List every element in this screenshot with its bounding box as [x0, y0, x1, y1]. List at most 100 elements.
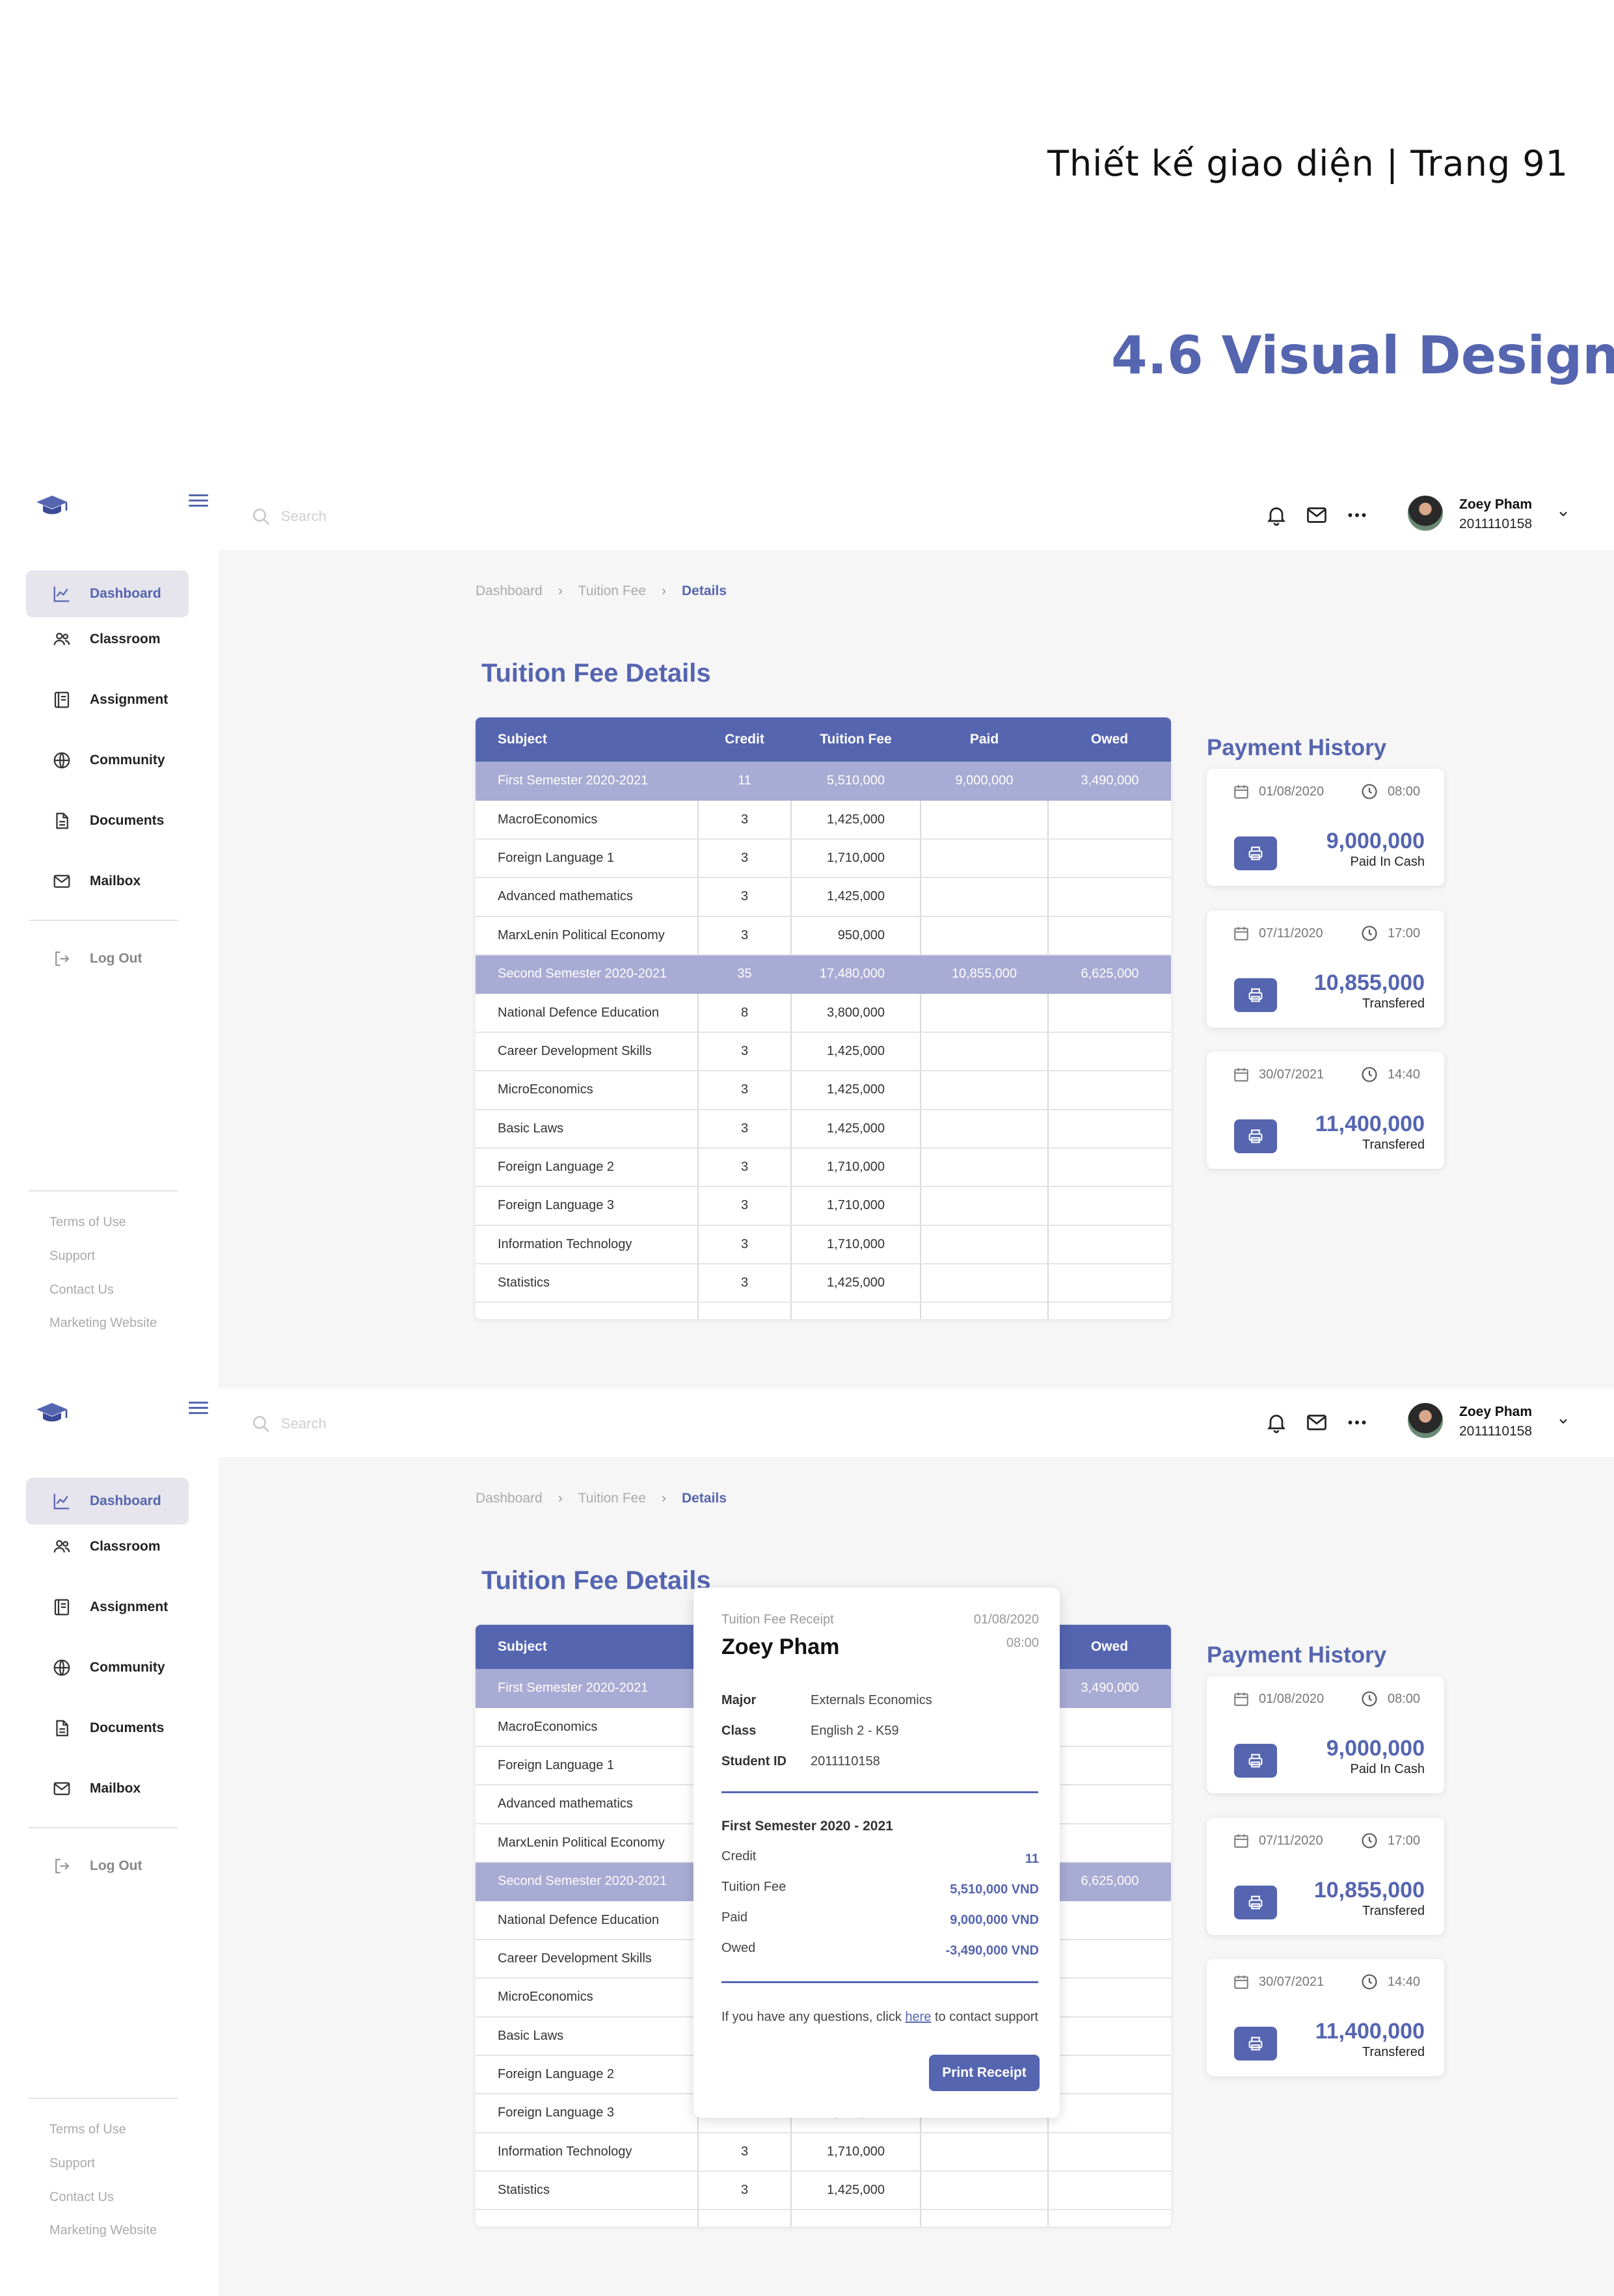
sidebar-item-mailbox[interactable]: Mailbox [26, 1765, 189, 1812]
sidebar-item-mailbox[interactable]: Mailbox [26, 858, 189, 905]
column-header[interactable]: Tuition Fee [791, 717, 921, 762]
note-text: to contact support [931, 2010, 1038, 2024]
sidebar-item-classroom[interactable]: Classroom [26, 616, 189, 663]
mail-icon[interactable] [1305, 1411, 1328, 1434]
footer-link[interactable]: Marketing Website [49, 1316, 157, 1331]
table-row[interactable]: MarxLenin Political Economy3950,000 [476, 916, 1171, 955]
sidebar-item-documents[interactable]: Documents [26, 1705, 189, 1752]
table-row[interactable]: MacroEconomics31,425,000 [476, 800, 1171, 840]
table-cell [1048, 1746, 1171, 1786]
breadcrumb-item[interactable]: Tuition Fee [578, 1491, 646, 1506]
table-row[interactable]: National Defence Education83,800,000 [476, 993, 1171, 1033]
table-row[interactable]: Career Development Skills31,425,000 [476, 1032, 1171, 1072]
column-header[interactable]: Credit [698, 717, 791, 762]
more-options-icon[interactable] [1345, 1411, 1369, 1434]
payment-card[interactable]: 30/07/2021 14:40 11,400,000 Transfered [1207, 1052, 1444, 1169]
table-row[interactable]: Basic Laws31,425,000 [476, 1109, 1171, 1149]
table-cell: 35 [698, 954, 792, 994]
sidebar-item-documents[interactable]: Documents [26, 797, 189, 844]
more-options-icon[interactable] [1345, 503, 1369, 527]
menu-icon[interactable] [189, 494, 208, 509]
calendar-icon [1233, 783, 1250, 800]
print-receipt-button[interactable] [1234, 2027, 1277, 2061]
print-receipt-button[interactable]: Print Receipt [929, 2055, 1040, 2091]
table-row[interactable]: Statistics 3 1,425,000 [476, 1264, 1171, 1303]
payment-card[interactable]: 01/08/2020 08:00 9,000,000 Paid In Cash [1207, 1676, 1444, 1793]
nav-divider [29, 1827, 178, 1828]
print-receipt-button[interactable] [1234, 978, 1277, 1012]
sidebar-item-community[interactable]: Community [26, 737, 189, 784]
footer-link[interactable]: Marketing Website [49, 2223, 157, 2238]
print-receipt-button[interactable] [1234, 1119, 1277, 1153]
table-cell [921, 1225, 1049, 1265]
breadcrumb-item[interactable]: Dashboard [476, 583, 543, 599]
footer-link[interactable]: Terms of Use [49, 2122, 126, 2137]
sidebar-item-label: Classroom [90, 1539, 161, 1554]
breadcrumb-item[interactable]: Dashboard [476, 1491, 543, 1506]
footer-link[interactable]: Terms of Use [49, 1215, 126, 1230]
search-input[interactable] [281, 1411, 671, 1437]
mail-icon[interactable] [1305, 503, 1328, 527]
print-receipt-button[interactable] [1234, 836, 1277, 870]
table-cell: 3 [698, 838, 792, 879]
semester-row[interactable]: Second Semester 2020-20213517,480,00010,… [476, 954, 1171, 994]
table-row[interactable]: Foreign Language 131,710,000 [476, 838, 1171, 879]
column-header[interactable]: Subject [476, 717, 698, 762]
payment-card[interactable]: 30/07/2021 14:40 11,400,000 Transfered [1207, 1959, 1444, 2076]
table-row[interactable]: Information Technology 3 1,710,000 [476, 1225, 1171, 1265]
column-header[interactable]: Owed [1048, 1625, 1171, 1669]
sidebar-item-assignment[interactable]: Assignment [26, 1584, 189, 1631]
table-row[interactable] [476, 2209, 1171, 2226]
breadcrumb-item[interactable]: Tuition Fee [578, 583, 646, 599]
logout-button[interactable]: Log Out [26, 1843, 189, 1889]
bell-icon[interactable] [1265, 503, 1288, 527]
payment-card[interactable]: 07/11/2020 17:00 10,855,000 Transfered [1207, 1818, 1444, 1935]
payment-time: 17:00 [1388, 1834, 1421, 1848]
table-row[interactable]: Foreign Language 331,710,000 [476, 1186, 1171, 1226]
payment-card[interactable]: 01/08/2020 08:00 9,000,000 Paid In Cash [1207, 769, 1444, 886]
sidebar-item-community[interactable]: Community [26, 1644, 189, 1691]
column-header[interactable]: Paid [921, 717, 1048, 762]
footer-link[interactable]: Support [49, 2156, 95, 2171]
sidebar-item-dashboard[interactable]: Dashboard [26, 1478, 189, 1525]
table-cell [1048, 1032, 1171, 1072]
printer-icon [1248, 846, 1263, 861]
table-row[interactable] [476, 1302, 1171, 1319]
table-row[interactable]: Statistics 3 1,425,000 [476, 2171, 1171, 2211]
footer-link[interactable]: Contact Us [49, 2190, 114, 2205]
table-row[interactable]: Information Technology 3 1,710,000 [476, 2132, 1171, 2172]
table-cell: 3,800,000 [791, 993, 921, 1033]
bell-icon[interactable] [1265, 1411, 1288, 1434]
logout-icon [52, 1856, 72, 1876]
logout-button[interactable]: Log Out [26, 935, 189, 982]
table-cell [921, 1109, 1049, 1149]
graduation-cap-logo-icon[interactable] [34, 1400, 70, 1426]
footer-link[interactable]: Support [49, 1249, 95, 1264]
sidebar-item-classroom[interactable]: Classroom [26, 1523, 189, 1570]
semester-row[interactable]: First Semester 2020-2021115,510,0009,000… [476, 762, 1171, 801]
sidebar-item-assignment[interactable]: Assignment [26, 676, 189, 723]
contact-support-link[interactable]: here [905, 2010, 931, 2024]
menu-icon[interactable] [189, 1402, 208, 1416]
printer-icon [1248, 1754, 1263, 1768]
sidebar-item-dashboard[interactable]: Dashboard [26, 570, 189, 617]
payment-card[interactable]: 07/11/2020 17:00 10,855,000 Transfered [1207, 911, 1444, 1028]
avatar[interactable] [1408, 496, 1443, 531]
footer-link[interactable]: Contact Us [49, 1283, 114, 1298]
graduation-cap-logo-icon[interactable] [34, 493, 70, 519]
avatar[interactable] [1408, 1403, 1443, 1438]
table-row[interactable]: Foreign Language 231,710,000 [476, 1147, 1171, 1188]
table-row[interactable]: Advanced mathematics31,425,000 [476, 877, 1171, 917]
print-receipt-button[interactable] [1234, 1744, 1277, 1778]
chevron-down-icon[interactable] [1555, 507, 1572, 520]
section-title: 4.6 Visual Design [1111, 325, 1614, 386]
column-header[interactable]: Subject [476, 1625, 698, 1669]
chevron-right-icon: › [662, 583, 667, 598]
table-row[interactable]: MicroEconomics31,425,000 [476, 1071, 1171, 1110]
chevron-down-icon[interactable] [1555, 1415, 1572, 1428]
tuition-fee-receipt-popup[interactable]: Tuition Fee Receipt Zoey Pham 01/08/2020 08… [693, 1588, 1060, 2118]
printer-icon [1248, 1895, 1263, 1910]
search-input[interactable] [281, 503, 671, 529]
print-receipt-button[interactable] [1234, 1886, 1277, 1919]
column-header[interactable]: Owed [1048, 717, 1171, 762]
